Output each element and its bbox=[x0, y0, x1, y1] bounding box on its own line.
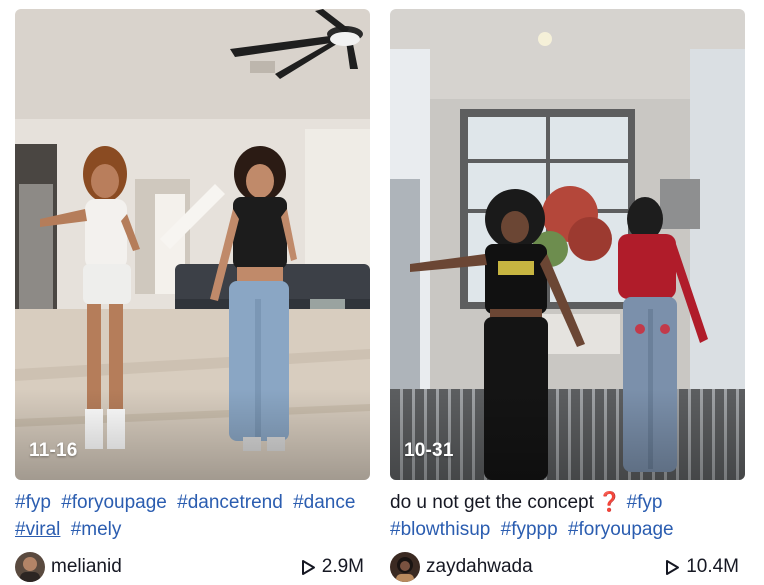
author-username[interactable]: zaydahwada bbox=[426, 556, 533, 578]
avatar[interactable] bbox=[390, 552, 420, 582]
author-username[interactable]: melianid bbox=[51, 556, 122, 578]
view-count-value: 2.9M bbox=[321, 556, 364, 577]
avatar[interactable] bbox=[15, 552, 45, 582]
question-emoji: ❓ bbox=[597, 492, 622, 513]
view-count-value: 10.4M bbox=[686, 556, 739, 577]
hashtag-link[interactable]: #foryoupage bbox=[568, 519, 674, 540]
video-thumbnail-image bbox=[15, 9, 370, 480]
play-icon bbox=[666, 559, 680, 575]
video-card[interactable]: 10-31 do u not get the concept ❓ #fyp #blo… bbox=[390, 9, 745, 583]
video-meta: melianid 2.9M bbox=[15, 551, 370, 583]
video-card[interactable]: 11-16 #fyp #foryoupage #dancetrend #danc… bbox=[15, 9, 370, 583]
hashtag-link[interactable]: #blowthisup bbox=[390, 519, 490, 540]
hashtag-link[interactable]: #fyp bbox=[627, 492, 663, 513]
hashtag-link[interactable]: #foryoupage bbox=[61, 492, 167, 513]
hashtag-link[interactable]: #viral bbox=[15, 519, 60, 540]
view-count: 10.4M bbox=[665, 556, 739, 578]
hashtag-link[interactable]: #fyp bbox=[15, 492, 51, 513]
play-icon bbox=[301, 559, 315, 575]
view-count: 2.9M bbox=[301, 556, 364, 578]
author-link[interactable]: melianid bbox=[15, 552, 122, 582]
video-caption: do u not get the concept ❓ #fyp #blowthisu… bbox=[390, 489, 745, 545]
video-caption: #fyp #foryoupage #dancetrend #dance #vir… bbox=[15, 489, 370, 545]
video-thumbnail[interactable]: 11-16 bbox=[15, 9, 370, 480]
hashtag-link[interactable]: #fyppp bbox=[501, 519, 558, 540]
hashtag-link[interactable]: #dance bbox=[293, 492, 355, 513]
hashtag-link[interactable]: #dancetrend bbox=[177, 492, 283, 513]
video-thumbnail-image bbox=[390, 9, 745, 480]
video-date-label: 11-16 bbox=[29, 440, 78, 461]
video-date-label: 10-31 bbox=[404, 440, 454, 461]
video-thumbnail[interactable]: 10-31 bbox=[390, 9, 745, 480]
video-meta: zaydahwada 10.4M bbox=[390, 551, 745, 583]
author-link[interactable]: zaydahwada bbox=[390, 552, 533, 582]
video-grid: 11-16 #fyp #foryoupage #dancetrend #danc… bbox=[0, 0, 764, 585]
hashtag-link[interactable]: #mely bbox=[71, 519, 122, 540]
caption-text: do u not get the concept bbox=[390, 492, 594, 513]
